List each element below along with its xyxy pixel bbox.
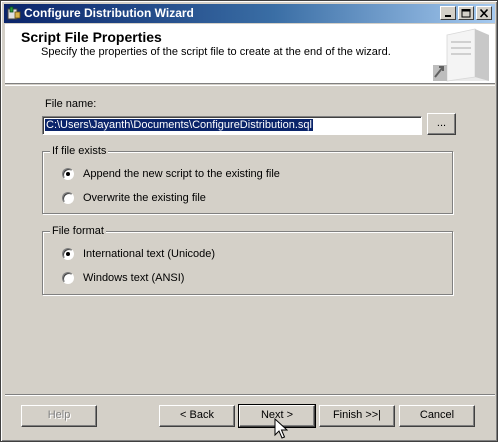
- if-file-exists-group: [42, 151, 453, 214]
- file-format-legend: File format: [50, 225, 106, 237]
- ansi-option-label[interactable]: Windows text (ANSI): [83, 272, 184, 284]
- file-format-group: [42, 231, 453, 295]
- append-option-label[interactable]: Append the new script to the existing fi…: [83, 168, 280, 180]
- header-divider: [5, 85, 495, 86]
- wizard-header: Script File Properties Specify the prope…: [5, 24, 495, 84]
- footer-divider: [5, 394, 495, 396]
- unicode-option-label[interactable]: International text (Unicode): [83, 248, 215, 260]
- file-name-input[interactable]: C:\Users\Jayanth\Documents\ConfigureDist…: [42, 116, 422, 135]
- back-button[interactable]: < Back: [159, 405, 235, 427]
- radio-selected-dot: [66, 252, 70, 256]
- help-button[interactable]: Help: [21, 405, 97, 427]
- ansi-option[interactable]: Windows text (ANSI): [62, 272, 184, 284]
- overwrite-option[interactable]: Overwrite the existing file: [62, 192, 206, 204]
- radio-selected-dot: [66, 172, 70, 176]
- browse-button[interactable]: ...: [427, 113, 456, 135]
- close-icon: [479, 9, 489, 18]
- page-subtitle: Specify the properties of the script fil…: [41, 46, 391, 58]
- wizard-app-icon: [7, 6, 21, 20]
- mouse-pointer-icon: [274, 418, 288, 439]
- overwrite-option-label[interactable]: Overwrite the existing file: [83, 192, 206, 204]
- close-button[interactable]: [476, 6, 492, 20]
- maximize-icon: [461, 9, 471, 18]
- ansi-radio[interactable]: [62, 272, 74, 284]
- maximize-button[interactable]: [458, 6, 474, 20]
- wizard-window: Configure Distribution Wizard Script Fil…: [0, 0, 498, 442]
- finish-button[interactable]: Finish >>|: [319, 405, 395, 427]
- append-radio[interactable]: [62, 168, 74, 180]
- minimize-button[interactable]: [440, 6, 456, 20]
- window-title: Configure Distribution Wizard: [24, 6, 194, 20]
- file-name-value: C:\Users\Jayanth\Documents\ConfigureDist…: [45, 119, 313, 131]
- title-bar[interactable]: Configure Distribution Wizard: [4, 4, 495, 23]
- append-option[interactable]: Append the new script to the existing fi…: [62, 168, 280, 180]
- page-title: Script File Properties: [21, 29, 162, 45]
- if-file-exists-legend: If file exists: [50, 145, 109, 157]
- server-graphic-icon: [433, 28, 489, 82]
- minimize-icon: [445, 15, 451, 17]
- unicode-radio[interactable]: [62, 248, 74, 260]
- overwrite-radio[interactable]: [62, 192, 74, 204]
- cancel-button[interactable]: Cancel: [399, 405, 475, 427]
- file-name-label: File name:: [45, 98, 97, 110]
- unicode-option[interactable]: International text (Unicode): [62, 248, 215, 260]
